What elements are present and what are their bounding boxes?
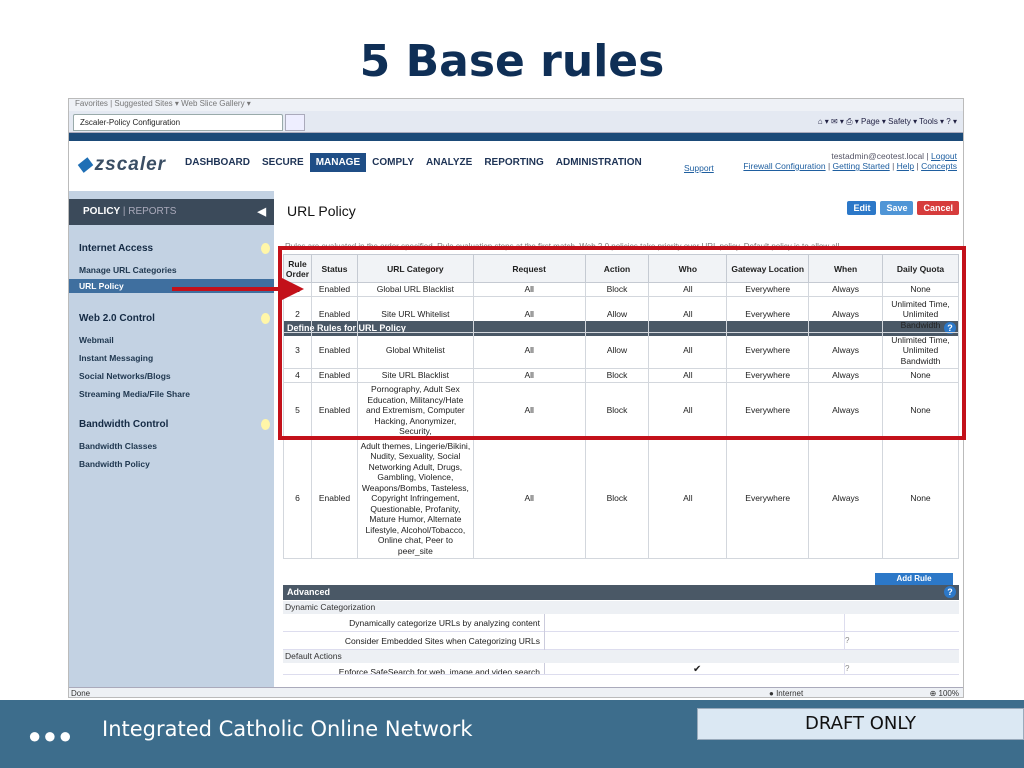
sidebar-item-streaming-media[interactable]: Streaming Media/File Share — [79, 389, 190, 399]
tip-bulb-icon[interactable] — [261, 243, 270, 254]
highlight-arrow-icon — [282, 278, 304, 300]
dynamic-categorization-header: Dynamic Categorization — [283, 601, 959, 614]
internet-zone: ● Internet — [769, 689, 804, 698]
default-actions-header: Default Actions — [283, 650, 959, 663]
zscaler-swirl-icon: ◆ — [77, 154, 93, 175]
checkmark-icon[interactable]: ✔ — [693, 664, 701, 674]
option-label: Consider Embedded Sites when Categorizin… — [283, 632, 545, 650]
draft-badge: DRAFT ONLY — [697, 708, 1024, 740]
advanced-header: Advanced? — [283, 585, 959, 600]
section-internet-access: Internet Access — [79, 243, 154, 254]
footer-text: Integrated Catholic Online Network — [102, 717, 473, 741]
main-nav: DASHBOARD SECURE MANAGE COMPLY ANALYZE R… — [179, 153, 648, 172]
highlight-arrow-shaft — [172, 287, 294, 291]
tab-bar: Zscaler-Policy Configuration ⌂ ▾ ✉ ▾ ⎙ ▾… — [69, 111, 963, 133]
page-title: URL Policy — [287, 203, 356, 219]
zoom-control[interactable]: ⊕ 100% — [929, 689, 959, 698]
app-header: ◆ zscaler DASHBOARD SECURE MANAGE COMPLY … — [69, 141, 963, 191]
logo-text: zscaler — [94, 154, 167, 175]
help-icon[interactable]: ? — [944, 586, 956, 598]
support-link[interactable]: Support — [684, 163, 714, 173]
sidebar: POLICY | REPORTS ◀ Internet Access Manag… — [69, 191, 274, 687]
zone-label: Internet — [776, 689, 804, 698]
collapse-left-icon[interactable]: ◀ — [258, 205, 266, 218]
concepts-link[interactable]: Concepts — [921, 161, 957, 171]
tooltip-icon[interactable]: ? — [845, 636, 849, 645]
sidebar-item-social-networks[interactable]: Social Networks/Blogs — [79, 371, 171, 381]
nav-secure[interactable]: SECURE — [256, 153, 310, 172]
option-value[interactable] — [545, 614, 845, 632]
sidebar-item-manage-url-categories[interactable]: Manage URL Categories — [79, 265, 177, 275]
option-value[interactable] — [545, 632, 845, 650]
tooltip-icon[interactable]: ? — [845, 664, 849, 673]
table-row[interactable]: 6 Enabled Adult themes, Lingerie/Bikini, N… — [283, 438, 959, 559]
footer-dots: ●●● — [28, 723, 74, 748]
section-web20-control: Web 2.0 Control — [79, 313, 155, 324]
globe-icon: ● — [769, 689, 774, 698]
nav-manage[interactable]: MANAGE — [309, 153, 367, 172]
browser-tab[interactable]: Zscaler-Policy Configuration — [73, 114, 283, 131]
zscaler-logo: ◆ zscaler — [77, 153, 166, 176]
advanced-title: Advanced — [287, 587, 331, 597]
tip-bulb-icon[interactable] — [261, 313, 270, 324]
getting-started-link[interactable]: Getting Started — [833, 161, 890, 171]
section-bandwidth-control: Bandwidth Control — [79, 419, 169, 430]
command-bar[interactable]: ⌂ ▾ ✉ ▾ ⎙ ▾ Page ▾ Safety ▾ Tools ▾ ? ▾ — [818, 117, 957, 127]
toolbar: Edit Save Cancel — [847, 201, 959, 215]
nav-administration[interactable]: ADMINISTRATION — [550, 153, 648, 172]
option-row: Consider Embedded Sites when Categorizin… — [283, 632, 959, 650]
highlight-box — [278, 246, 966, 440]
sidebar-item-bandwidth-classes[interactable]: Bandwidth Classes — [79, 441, 157, 451]
save-button[interactable]: Save — [880, 201, 914, 215]
nav-comply[interactable]: COMPLY — [366, 153, 420, 172]
option-label: Enforce SafeSearch for web, image and vi… — [283, 663, 545, 674]
account-name: testadmin@ceotest.local — [831, 151, 925, 161]
zoom-value: 100% — [938, 689, 959, 698]
new-tab-button[interactable] — [285, 114, 305, 131]
option-row: Enforce SafeSearch for web, image and vi… — [283, 663, 959, 675]
sidebar-header: POLICY | REPORTS ◀ — [69, 199, 274, 225]
slide-title: 5 Base rules — [359, 36, 665, 87]
option-label: Dynamically categorize URLs by analyzing… — [283, 614, 545, 632]
status-text: Done — [71, 689, 91, 698]
nav-reporting[interactable]: REPORTING — [478, 153, 549, 172]
logout-link[interactable]: Logout — [931, 151, 957, 161]
status-bar: Done ● Internet ⊕ 100% — [69, 687, 963, 698]
nav-analyze[interactable]: ANALYZE — [420, 153, 478, 172]
option-value[interactable]: ✔ — [545, 663, 845, 674]
zoom-icon: ⊕ — [929, 689, 937, 698]
sidebar-item-webmail[interactable]: Webmail — [79, 335, 114, 345]
help-link[interactable]: Help — [897, 161, 914, 171]
edit-button[interactable]: Edit — [847, 201, 877, 215]
cancel-button[interactable]: Cancel — [917, 201, 959, 215]
tip-bulb-icon[interactable] — [261, 419, 270, 430]
policy-tab[interactable]: POLICY — [83, 206, 120, 217]
option-row: Dynamically categorize URLs by analyzing… — [283, 614, 959, 632]
reports-tab[interactable]: REPORTS — [128, 206, 176, 217]
firewall-link[interactable]: Firewall Configuration — [743, 161, 825, 171]
sidebar-item-instant-messaging[interactable]: Instant Messaging — [79, 353, 153, 363]
nav-dashboard[interactable]: DASHBOARD — [179, 153, 256, 172]
favorites-bar[interactable]: Favorites | Suggested Sites ▾ Web Slice … — [69, 99, 963, 111]
add-rule-button[interactable]: Add Rule — [875, 573, 953, 585]
sidebar-item-bandwidth-policy[interactable]: Bandwidth Policy — [79, 459, 150, 469]
header-strip — [69, 133, 963, 141]
account-area: testadmin@ceotest.local | Logout Firewal… — [743, 151, 957, 171]
